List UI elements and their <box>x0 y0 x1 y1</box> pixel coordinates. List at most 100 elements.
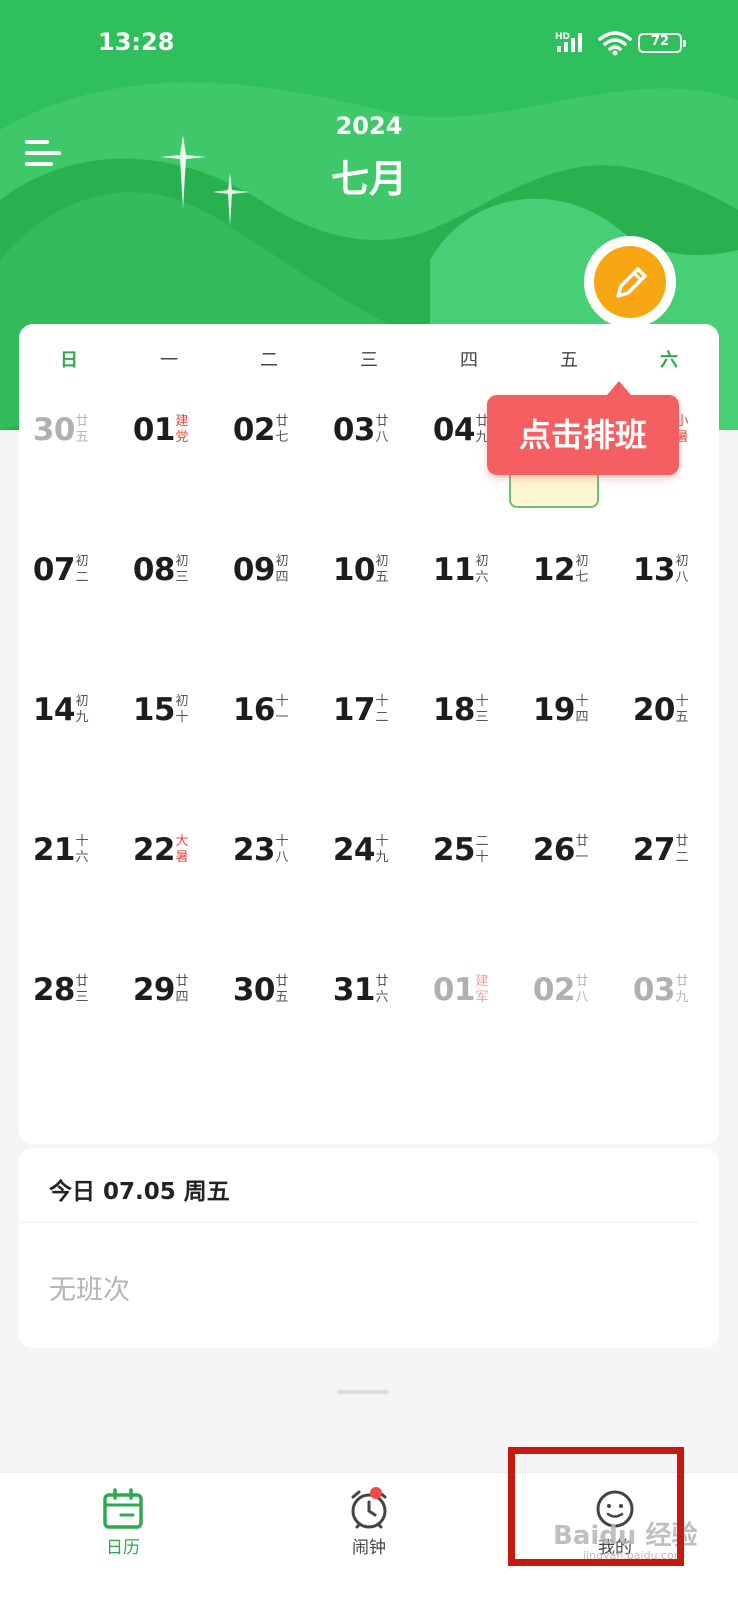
weekday-wed: 三 <box>360 350 378 371</box>
calendar-day[interactable]: 18 十三 <box>419 664 519 804</box>
lunar-date: 廿三 <box>75 974 89 1005</box>
lunar-date: 初四 <box>275 554 289 585</box>
calendar-day[interactable]: 14 初九 <box>19 664 119 804</box>
calendar-day[interactable]: 30 廿五 <box>219 944 319 1084</box>
calendar-day[interactable]: 23 十八 <box>219 804 319 944</box>
calendar-day[interactable]: 10 初五 <box>319 524 419 664</box>
calendar-day[interactable]: 03 廿八 <box>319 384 419 524</box>
calendar-day[interactable]: 08 初三 <box>119 524 219 664</box>
calendar-day[interactable]: 22 大暑 <box>119 804 219 944</box>
lunar-date: 二十 <box>475 834 489 865</box>
lunar-date: 初八 <box>675 554 689 585</box>
calendar-day[interactable]: 28 廿三 <box>19 944 119 1084</box>
calendar-day[interactable]: 01 建党 <box>119 384 219 524</box>
calendar-day[interactable]: 02 廿七 <box>219 384 319 524</box>
calendar-day[interactable]: 29 廿四 <box>119 944 219 1084</box>
day-number: 19 <box>532 692 576 728</box>
day-number: 31 <box>332 972 376 1008</box>
calendar-day[interactable]: 30 廿五 <box>19 384 119 524</box>
battery-level: 72 <box>650 34 670 49</box>
calendar-day[interactable]: 26 廿一 <box>519 804 619 944</box>
drag-handle[interactable] <box>337 1390 389 1394</box>
lunar-date: 初六 <box>475 554 489 585</box>
weekday-tue: 二 <box>260 350 278 371</box>
battery-icon: 72 <box>638 33 686 53</box>
tab-alarm[interactable]: 闹钟 <box>246 1473 492 1601</box>
alarm-badge-dot <box>370 1487 382 1499</box>
tab-calendar[interactable]: 日历 <box>0 1473 246 1601</box>
schedule-tooltip[interactable]: 点击排班 <box>487 381 679 475</box>
tab-calendar-label: 日历 <box>106 1538 140 1558</box>
day-number: 01 <box>432 972 476 1008</box>
day-number: 04 <box>432 412 476 448</box>
status-bar: 13:28 HD 72 <box>0 0 738 80</box>
day-number: 08 <box>132 552 176 588</box>
day-number: 02 <box>532 972 576 1008</box>
calendar-week-row: 21 十六 22 大暑 23 十八 24 十九 25 二十 26 廿一 27 廿二 <box>19 804 719 944</box>
today-card: 今日 07.05 周五 无班次 <box>19 1148 719 1348</box>
edit-button-wrapper <box>584 236 676 328</box>
day-number: 09 <box>232 552 276 588</box>
calendar-day[interactable]: 01 建军 <box>419 944 519 1084</box>
day-number: 11 <box>432 552 476 588</box>
lunar-date: 十九 <box>375 834 389 865</box>
calendar-day[interactable]: 13 初八 <box>619 524 719 664</box>
calendar-day[interactable]: 09 初四 <box>219 524 319 664</box>
lunar-date: 初七 <box>575 554 589 585</box>
lunar-date: 十四 <box>575 694 589 725</box>
day-number: 14 <box>32 692 76 728</box>
calendar-day[interactable]: 16 十一 <box>219 664 319 804</box>
calendar-day[interactable]: 21 十六 <box>19 804 119 944</box>
tab-alarm-label: 闹钟 <box>352 1538 386 1558</box>
pencil-icon <box>616 267 647 298</box>
annotation-highlight-box <box>508 1447 684 1566</box>
alarm-clock-icon <box>351 1490 387 1529</box>
day-number: 27 <box>632 832 676 868</box>
calendar-day[interactable]: 25 二十 <box>419 804 519 944</box>
day-number: 15 <box>132 692 176 728</box>
lunar-date: 十八 <box>275 834 289 865</box>
calendar-day[interactable]: 02 廿八 <box>519 944 619 1084</box>
day-number: 02 <box>232 412 276 448</box>
day-number: 25 <box>432 832 476 868</box>
weekday-mon: 一 <box>160 350 178 371</box>
calendar-day[interactable]: 27 廿二 <box>619 804 719 944</box>
day-number: 20 <box>632 692 676 728</box>
day-number: 07 <box>32 552 76 588</box>
calendar-day[interactable]: 20 十五 <box>619 664 719 804</box>
festival-label: 建党 <box>175 414 189 445</box>
calendar-day[interactable]: 12 初七 <box>519 524 619 664</box>
lunar-date: 十三 <box>475 694 489 725</box>
lunar-date: 廿八 <box>575 974 589 1005</box>
calendar-day[interactable]: 19 十四 <box>519 664 619 804</box>
calendar-day[interactable]: 24 十九 <box>319 804 419 944</box>
lunar-date: 初二 <box>75 554 89 585</box>
calendar-day[interactable]: 17 十二 <box>319 664 419 804</box>
edit-schedule-button[interactable] <box>594 246 666 318</box>
day-number: 23 <box>232 832 276 868</box>
wifi-icon <box>598 30 632 60</box>
lunar-date: 十一 <box>275 694 289 725</box>
calendar-day[interactable]: 07 初二 <box>19 524 119 664</box>
day-number: 28 <box>32 972 76 1008</box>
weekday-sun: 日 <box>60 350 78 371</box>
weekday-header: 日 一 二 三 四 五 六 <box>19 346 719 376</box>
calendar-day[interactable]: 15 初十 <box>119 664 219 804</box>
day-number: 26 <box>532 832 576 868</box>
lunar-date: 廿五 <box>275 974 289 1005</box>
calendar-week-row: 14 初九 15 初十 16 十一 17 十二 18 十三 19 十四 20 十五 <box>19 664 719 804</box>
day-number: 29 <box>132 972 176 1008</box>
weekday-fri: 五 <box>560 350 578 371</box>
lunar-date: 廿五 <box>75 414 89 445</box>
calendar-day[interactable]: 11 初六 <box>419 524 519 664</box>
calendar-day[interactable]: 31 廿六 <box>319 944 419 1084</box>
month-label[interactable]: 七月 <box>0 148 738 203</box>
lunar-date: 廿二 <box>675 834 689 865</box>
weekday-thu: 四 <box>460 350 478 371</box>
day-number: 03 <box>332 412 376 448</box>
lunar-date: 廿六 <box>375 974 389 1005</box>
calendar-day[interactable]: 03 廿九 <box>619 944 719 1084</box>
lunar-date: 十二 <box>375 694 389 725</box>
day-number: 01 <box>132 412 176 448</box>
festival-label: 建军 <box>475 974 489 1005</box>
